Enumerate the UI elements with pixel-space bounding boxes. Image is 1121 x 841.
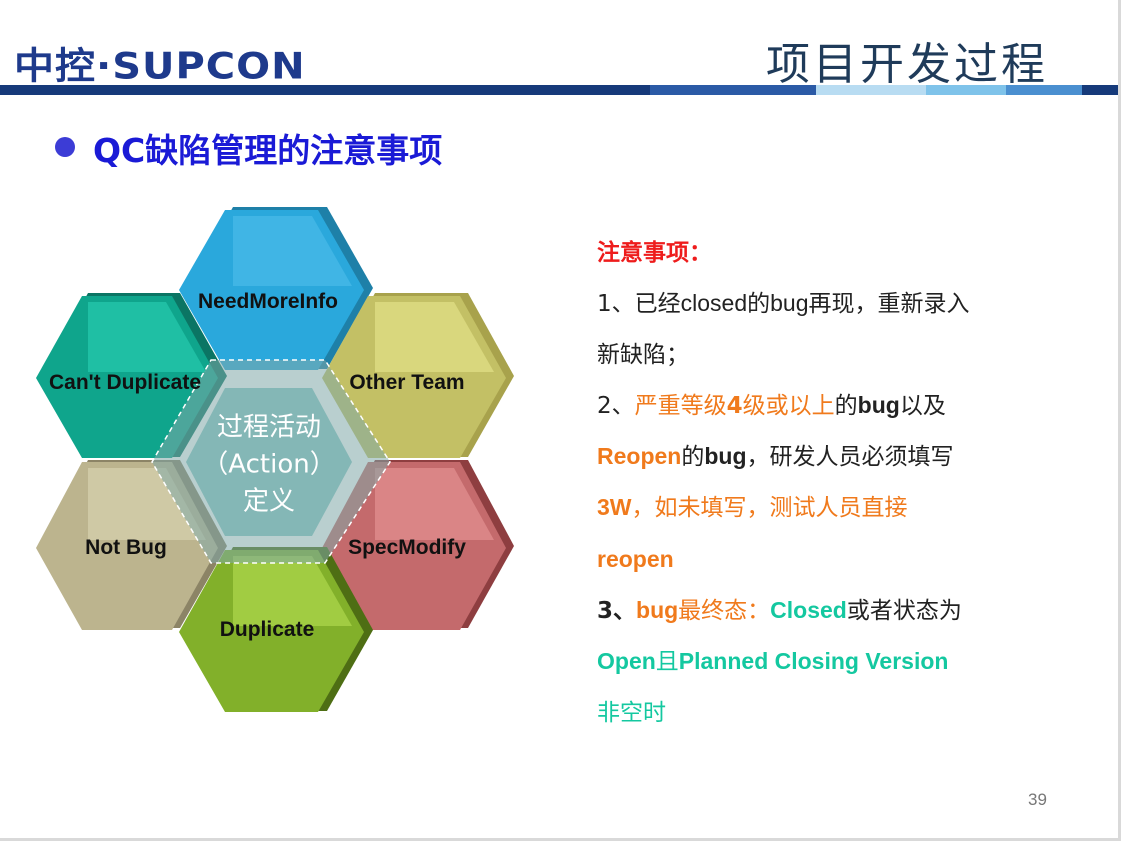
- note-text: 新缺陷；: [597, 341, 689, 368]
- note-highlight: 最终态：: [678, 598, 771, 625]
- note-text: 以及: [899, 392, 946, 419]
- note-text: 再现，重新录入: [808, 291, 970, 318]
- hexagon-label-cant-duplicate: Can't Duplicate: [48, 371, 202, 394]
- note-highlight: 且: [655, 649, 679, 676]
- note-highlight: 4: [726, 392, 743, 419]
- note-item-3-line: 非空时: [597, 688, 1097, 738]
- note-item-2-line: 3W，如未填写，测试人员直接: [597, 482, 1097, 533]
- note-highlight: ，如未填写，测试人员直接: [631, 495, 908, 522]
- hexagon-label-needmoreinfo: NeedMoreInfo: [197, 290, 339, 313]
- header-bar-segment: [1082, 85, 1118, 95]
- note-text: 或者状态为: [846, 598, 962, 625]
- note-item-1-line: 新缺陷；: [597, 330, 1097, 380]
- note-item-2-line: 2、严重等级4级或以上的bug以及: [597, 380, 1097, 431]
- note-item-2-line: Reopen的bug，研发人员必须填写: [597, 431, 1097, 482]
- note-text: 2、: [597, 392, 635, 419]
- note-text: 的: [681, 444, 705, 471]
- note-highlight: Open: [597, 648, 656, 675]
- note-bold: 3、: [597, 598, 637, 625]
- note-highlight: 3W: [597, 494, 632, 521]
- header-bar-segment: [1006, 85, 1082, 95]
- note-highlight: Planned Closing Version: [678, 648, 949, 675]
- note-highlight: 严重等级: [634, 392, 727, 419]
- note-highlight: 非空时: [597, 699, 666, 726]
- note-item-2-line: reopen: [597, 534, 1097, 585]
- supcon-logo: 中控·SUPCON: [14, 45, 306, 88]
- note-text: 1、已经: [597, 291, 681, 318]
- note-highlight: Closed: [770, 597, 847, 624]
- hexagon-label-specmodify: SpecModify: [348, 536, 466, 559]
- center-label-line: 过程活动: [216, 412, 321, 443]
- note-bold: bug: [704, 443, 747, 470]
- note-item-3-line: 3、bug最终态：Closed或者状态为: [597, 585, 1097, 636]
- slide-title: 项目开发过程: [766, 39, 1048, 90]
- note-text: bug: [770, 290, 809, 317]
- note-highlight: bug: [636, 597, 679, 624]
- hexagon-label-duplicate: Duplicate: [219, 618, 315, 641]
- note-text: 的: [834, 392, 858, 419]
- header-bar-segment: [0, 85, 650, 95]
- center-label-line: （Action）: [202, 449, 336, 480]
- note-highlight: reopen: [597, 545, 674, 572]
- center-label-line: 定义: [242, 486, 295, 517]
- header-bar-segment: [650, 85, 816, 95]
- header-bar-segment: [816, 85, 926, 95]
- note-text: 的: [747, 291, 771, 318]
- header-bar: [0, 85, 1118, 95]
- slide: 中控·SUPCON 项目开发过程 QC缺陷管理的注意事项 NeedMoreInf…: [0, 0, 1121, 841]
- note-text: closed: [680, 290, 748, 317]
- note-text: ，研发人员必须填写: [746, 444, 954, 471]
- hexagon-label-other-team: Other Team: [349, 371, 465, 394]
- hexagon-label-not-bug: Not Bug: [85, 536, 167, 559]
- note-item-1-line: 1、已经closed的bug再现，重新录入: [597, 278, 1097, 329]
- page-number: 39: [1028, 790, 1047, 809]
- notes-title: 注意事项：: [597, 240, 712, 266]
- center-label: 过程活动 （Action） 定义: [202, 410, 335, 521]
- section-heading: QC缺陷管理的注意事项: [93, 131, 443, 170]
- note-item-3-line: Open且Planned Closing Version: [597, 636, 1097, 687]
- note-bold: bug: [857, 391, 900, 418]
- note-highlight: Reopen: [597, 443, 682, 470]
- bullet-icon: [55, 137, 75, 157]
- header-bar-segment: [926, 85, 1006, 95]
- note-highlight: 级或以上: [742, 392, 835, 419]
- notes-panel: 注意事项： 1、已经closed的bug再现，重新录入 新缺陷； 2、严重等级4…: [597, 228, 1097, 738]
